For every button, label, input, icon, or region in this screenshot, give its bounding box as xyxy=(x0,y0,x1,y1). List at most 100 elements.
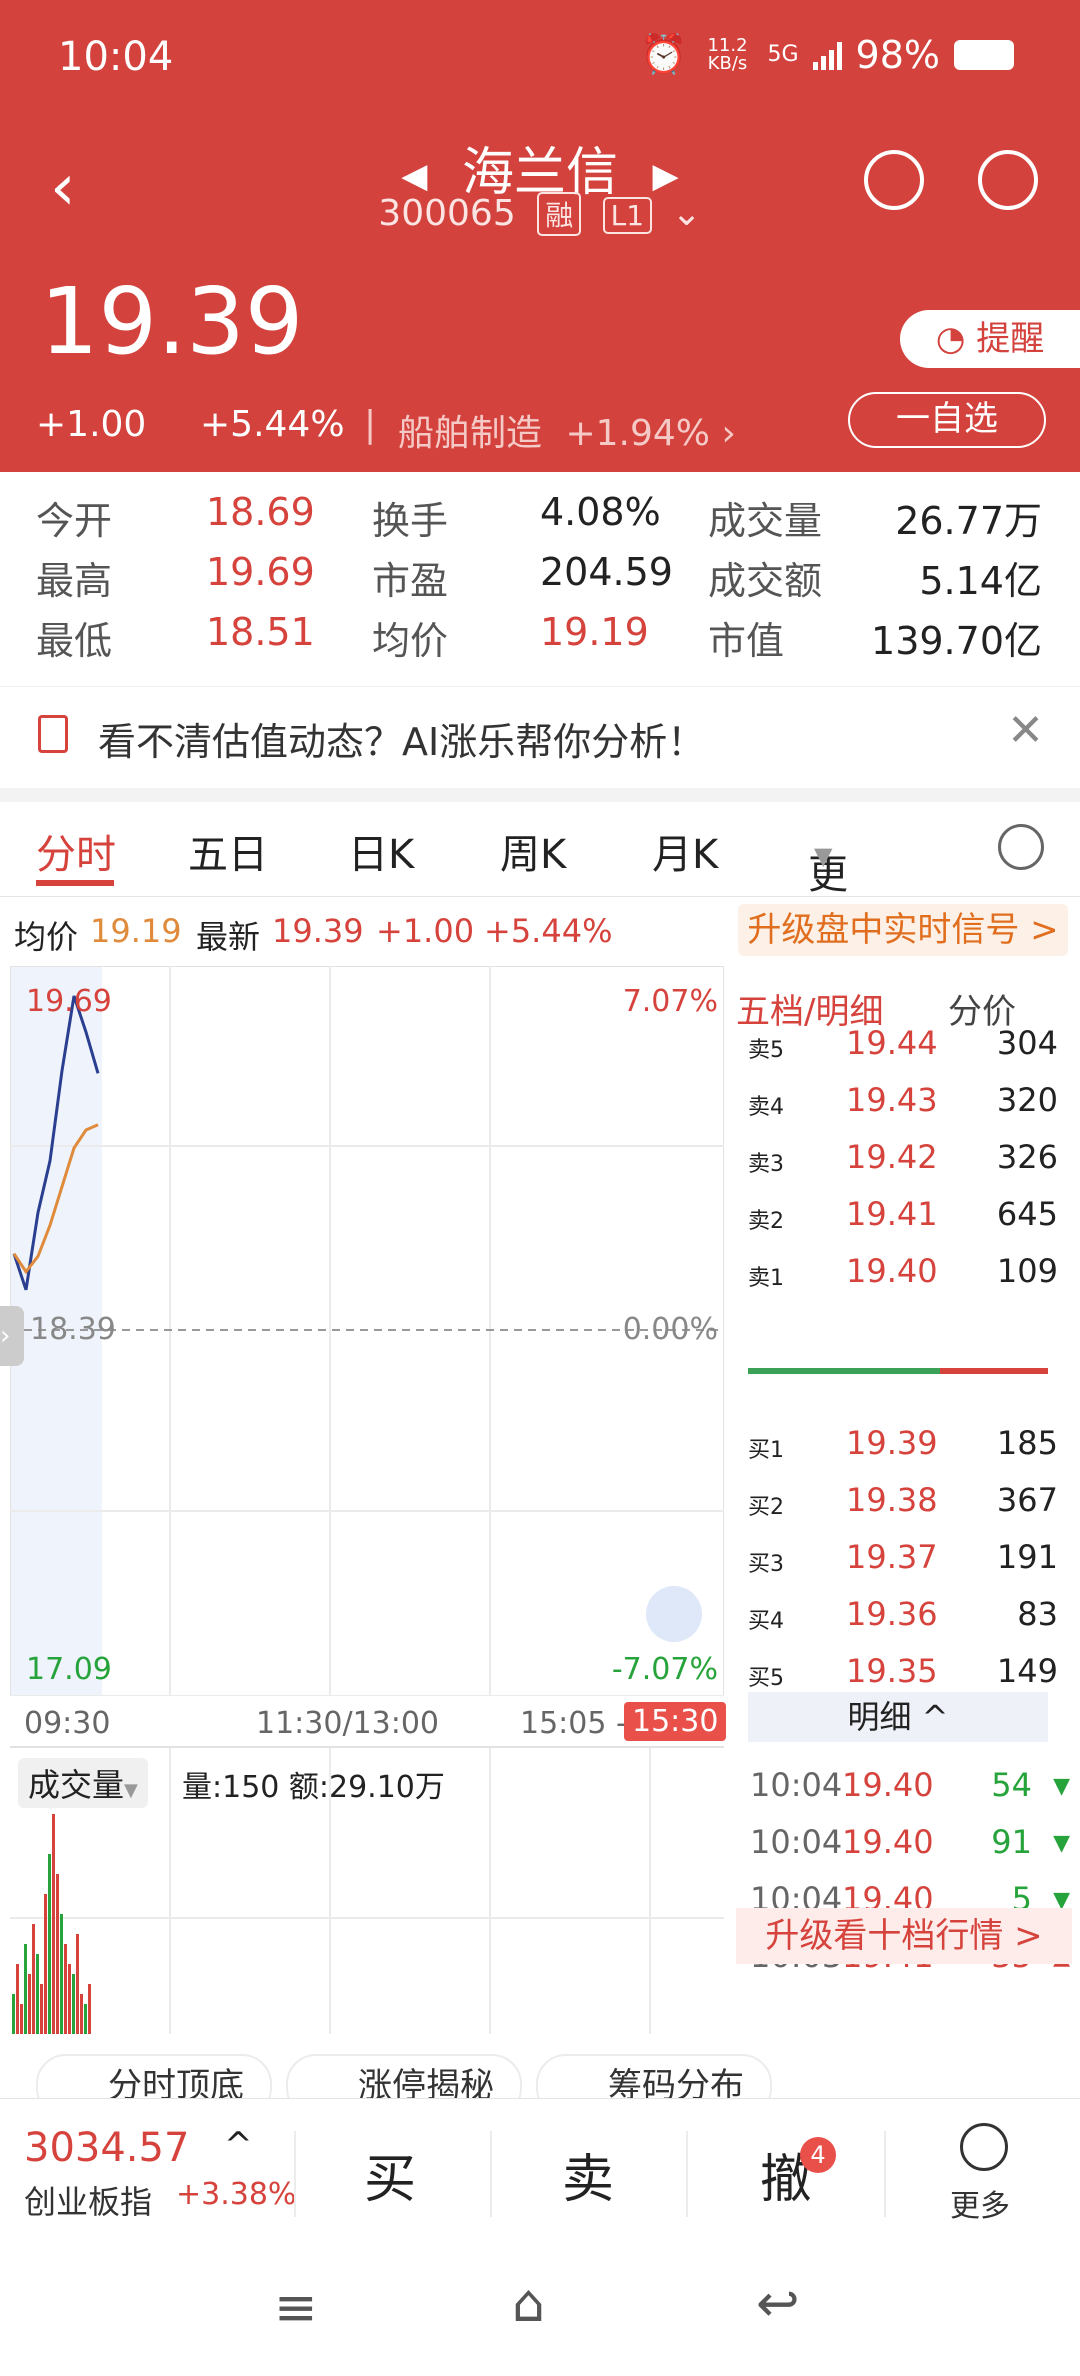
search-icon[interactable] xyxy=(978,150,1038,210)
buy-button[interactable]: 买 xyxy=(364,2137,416,2212)
bid-bar xyxy=(748,1368,940,1374)
buy-volume: 83 xyxy=(1017,1595,1058,1633)
refresh-icon[interactable] xyxy=(864,150,924,210)
sell-button[interactable]: 卖 xyxy=(562,2137,614,2212)
detail-price: 19.40 xyxy=(842,1766,934,1804)
stat-value: 139.70亿 xyxy=(871,619,1042,663)
upgrade-signal-button[interactable]: 升级盘中实时信号 > xyxy=(738,904,1068,956)
tab-5day[interactable]: 五日 xyxy=(188,822,268,880)
sell-level: 卖3 xyxy=(748,1152,784,1177)
buy-row: 买1 19.39 185 xyxy=(736,1424,1076,1464)
volume-bar xyxy=(80,1994,83,2034)
tab-daily-k[interactable]: 日K xyxy=(348,822,414,880)
sell-row: 卖2 19.41 645 xyxy=(736,1195,1076,1235)
volume-bar xyxy=(32,1924,35,2034)
upgrade-level10-button[interactable]: 升级看十档行情 > xyxy=(736,1908,1072,1964)
stats-grid: 今开 18.69 换手 4.08% 成交量 26.77万 最高 19.69 市盈… xyxy=(0,478,1080,678)
document-icon xyxy=(38,715,68,753)
sell-level: 卖2 xyxy=(748,1209,784,1234)
detail-volume: 54 xyxy=(991,1766,1032,1804)
tab-monthly-k[interactable]: 月K xyxy=(652,822,718,880)
detail-row: 10:04 19.40 54 ▼ xyxy=(736,1766,1076,1806)
cancel-count-badge: 4 xyxy=(800,2137,836,2173)
sell-row: 卖3 19.42 326 xyxy=(736,1138,1076,1178)
volume-bar xyxy=(40,1984,43,2034)
back-nav-icon[interactable]: ↩ xyxy=(756,2274,800,2334)
stat-label: 今开 xyxy=(36,499,113,543)
buy-price: 19.39 xyxy=(846,1424,938,1462)
arrow-down-icon: ▼ xyxy=(1053,1831,1070,1856)
bid-ask-ratio-bar xyxy=(748,1368,1048,1374)
battery-percent: 98% xyxy=(855,32,940,77)
sell-volume: 320 xyxy=(996,1081,1058,1119)
index-widget[interactable]: 3034.57 ^ 创业板指 +3.38% xyxy=(24,2125,296,2225)
alert-button[interactable]: ◔ 提醒 xyxy=(900,310,1080,368)
stat-value: 5.14亿 xyxy=(919,559,1042,603)
volume-bar xyxy=(24,1944,27,2034)
stat-label: 成交量 xyxy=(708,499,823,543)
expand-icon[interactable] xyxy=(646,1586,702,1642)
buy-level: 买1 xyxy=(748,1438,784,1463)
chevron-down-icon: ⌄ xyxy=(671,193,702,234)
volume-bar xyxy=(52,1814,55,2034)
side-drawer-handle[interactable]: › xyxy=(0,1306,24,1366)
sell-volume: 109 xyxy=(996,1252,1058,1290)
detail-price: 19.40 xyxy=(842,1823,934,1861)
prev-stock-icon[interactable]: ◀ xyxy=(401,156,427,196)
home-icon[interactable]: ⌂ xyxy=(512,2274,545,2334)
stat-value: 18.51 xyxy=(206,610,315,654)
y-label-bottom: 17.09 xyxy=(26,1652,112,1687)
stat-value: 18.69 xyxy=(206,490,315,534)
pct-label-mid: 0.00% xyxy=(622,1312,718,1347)
ask-bar xyxy=(940,1368,1048,1374)
sector-name: 船舶制造 xyxy=(398,413,543,454)
buy-volume: 367 xyxy=(996,1481,1058,1519)
more-label[interactable]: 更多 xyxy=(950,2181,1010,2225)
sell-price: 19.40 xyxy=(846,1252,938,1290)
tab-intraday[interactable]: 分时 xyxy=(36,822,116,880)
stat-label: 最高 xyxy=(36,559,113,603)
stat-label: 最低 xyxy=(36,619,113,663)
volume-bar xyxy=(16,1964,19,2034)
alarm-icon: ⏰ xyxy=(640,32,688,76)
sell-price: 19.44 xyxy=(846,1024,938,1062)
level-tag: L1 xyxy=(602,197,653,234)
price-change-pct: +5.44% xyxy=(200,404,345,445)
volume-bar xyxy=(12,1994,15,2034)
buy-price: 19.38 xyxy=(846,1481,938,1519)
status-bar: 10:04 ⏰ 11.2 KB/s 5G 98% xyxy=(0,0,1080,120)
stat-label: 换手 xyxy=(372,499,449,543)
volume-bar xyxy=(20,2004,23,2034)
volume-bar xyxy=(56,1874,59,2034)
stock-code: 300065 xyxy=(378,193,516,234)
stat-label: 成交额 xyxy=(708,559,823,603)
buy-price: 19.35 xyxy=(846,1652,938,1690)
buy-price: 19.37 xyxy=(846,1538,938,1576)
buy-row: 买3 19.37 191 xyxy=(736,1538,1076,1578)
time-axis: 09:30 11:30/13:00 15:05 - 15:30 xyxy=(10,1700,727,1746)
buy-row: 买4 19.36 83 xyxy=(736,1595,1076,1635)
detail-header[interactable]: 明细 ^ xyxy=(748,1692,1048,1742)
more-icon[interactable] xyxy=(960,2123,1008,2171)
volume-bar xyxy=(28,1974,31,2034)
menu-icon[interactable]: ≡ xyxy=(274,2278,318,2338)
avg-label: 均价 xyxy=(14,918,79,956)
settings-icon[interactable] xyxy=(998,824,1044,870)
time-label: 11:30/13:00 xyxy=(256,1706,440,1741)
sector-link[interactable]: 船舶制造 +1.94% › xyxy=(398,404,736,456)
tab-weekly-k[interactable]: 周K xyxy=(500,822,566,880)
volume-bar xyxy=(48,1854,51,2034)
next-stock-icon[interactable]: ▶ xyxy=(653,156,679,196)
ai-banner[interactable]: 看不清估值动态？AI涨乐帮你分析！ ✕ xyxy=(0,686,1080,787)
divider xyxy=(490,2131,492,2217)
buy-level: 买4 xyxy=(748,1609,784,1634)
divider xyxy=(686,2131,688,2217)
stats-row: 今开 18.69 换手 4.08% 成交量 26.77万 xyxy=(0,490,1080,550)
close-icon[interactable]: ✕ xyxy=(1007,705,1044,756)
signal-icon xyxy=(812,40,842,70)
sell-level: 卖1 xyxy=(748,1266,784,1291)
stock-code-row[interactable]: 300065 融 L1 ⌄ xyxy=(0,192,1080,236)
intraday-chart[interactable]: 19.69 7.07% 18.39 0.00% 17.09 -7.07% › xyxy=(0,965,725,1697)
watchlist-button[interactable]: 一自选 xyxy=(848,392,1046,448)
volume-bar xyxy=(72,1974,75,2034)
